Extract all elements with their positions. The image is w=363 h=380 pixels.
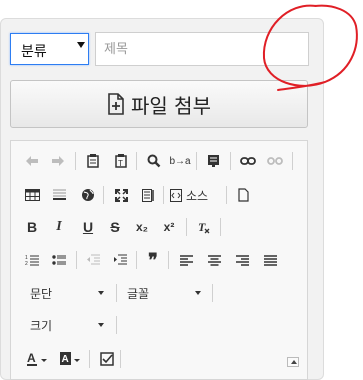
- format-combo[interactable]: 문단: [30, 282, 110, 304]
- size-combo[interactable]: 크기: [30, 314, 110, 336]
- maximize-icon[interactable]: [110, 184, 132, 206]
- remove-format-icon[interactable]: T: [193, 216, 215, 238]
- align-justify-icon[interactable]: [259, 249, 281, 271]
- chevron-down-icon: [98, 291, 104, 295]
- strikethrough-button[interactable]: S: [104, 216, 126, 238]
- toolbar-separator: [136, 251, 137, 269]
- undo-icon[interactable]: [21, 150, 43, 172]
- svg-text:A: A: [62, 354, 69, 365]
- paste-icon[interactable]: [82, 150, 104, 172]
- text-color-button[interactable]: A: [25, 348, 49, 370]
- show-blocks-icon[interactable]: [137, 184, 159, 206]
- outdent-icon[interactable]: [82, 249, 104, 271]
- subscript-button[interactable]: x₂: [131, 216, 153, 238]
- title-input[interactable]: [95, 32, 309, 66]
- redo-icon[interactable]: [47, 150, 69, 172]
- toolbar-separator: [220, 218, 221, 236]
- align-right-icon[interactable]: [231, 249, 253, 271]
- file-plus-icon: [108, 93, 124, 115]
- indent-icon[interactable]: [109, 249, 131, 271]
- toolbar-separator: [116, 316, 117, 334]
- chevron-down-icon: [195, 291, 201, 295]
- unlink-icon[interactable]: [264, 150, 286, 172]
- text-color-icon: A: [27, 352, 47, 366]
- new-page-icon[interactable]: [232, 184, 254, 206]
- toolbar-separator: [226, 186, 227, 204]
- bold-button[interactable]: B: [21, 216, 43, 238]
- chevron-down-icon: [77, 42, 85, 48]
- size-combo-value: 크기: [30, 318, 53, 333]
- toolbar-separator: [292, 152, 293, 170]
- source-button[interactable]: 소스: [170, 184, 222, 206]
- toolbar-separator: [89, 350, 90, 368]
- toolbar-separator: [168, 251, 169, 269]
- link-icon[interactable]: [237, 150, 259, 172]
- toolbar-separator: [116, 284, 117, 302]
- superscript-button[interactable]: x²: [158, 216, 180, 238]
- font-combo[interactable]: 글꼴: [127, 282, 207, 304]
- toolbar-separator: [230, 152, 231, 170]
- underline-button[interactable]: U: [77, 216, 99, 238]
- bulleted-list-icon[interactable]: [48, 249, 70, 271]
- checkbox-icon[interactable]: [96, 348, 118, 370]
- toolbar-separator: [196, 152, 197, 170]
- blockquote-button[interactable]: ❞: [142, 249, 164, 271]
- attach-file-label: 파일 첨부: [131, 93, 211, 118]
- align-left-icon[interactable]: [175, 249, 197, 271]
- collapse-toolbar-button[interactable]: [287, 357, 299, 367]
- source-label: 소스: [186, 188, 209, 203]
- italic-button[interactable]: I: [48, 216, 70, 238]
- category-select-value: 분류: [21, 44, 47, 60]
- table-icon[interactable]: [21, 184, 43, 206]
- toolbar-separator: [75, 152, 76, 170]
- toolbar-separator: [103, 186, 104, 204]
- source-icon: [170, 188, 182, 202]
- select-all-icon[interactable]: [202, 150, 224, 172]
- toolbar-separator: [120, 350, 121, 368]
- chevron-down-icon: [98, 323, 104, 327]
- format-combo-value: 문단: [30, 286, 53, 301]
- category-select[interactable]: 분류: [10, 33, 89, 65]
- font-combo-value: 글꼴: [127, 286, 150, 301]
- globe-icon[interactable]: [77, 184, 99, 206]
- attach-file-button[interactable]: 파일 첨부: [10, 80, 308, 128]
- toolbar-separator: [136, 152, 137, 170]
- toolbar-separator: [186, 218, 187, 236]
- paste-text-icon[interactable]: T: [110, 150, 132, 172]
- search-icon[interactable]: [143, 150, 165, 172]
- align-center-icon[interactable]: [203, 249, 225, 271]
- svg-text:T: T: [118, 159, 123, 168]
- toolbar-separator: [212, 284, 213, 302]
- toolbar-separator: [163, 186, 164, 204]
- svg-text:T: T: [198, 220, 206, 234]
- horizontal-line-icon[interactable]: [48, 184, 70, 206]
- svg-text:2: 2: [25, 261, 28, 266]
- background-color-button[interactable]: A: [58, 348, 82, 370]
- replace-icon[interactable]: b→a: [169, 150, 191, 172]
- background-color-icon: A: [60, 352, 80, 365]
- toolbar-separator: [76, 251, 77, 269]
- numbered-list-icon[interactable]: 12: [21, 249, 43, 271]
- svg-text:A: A: [27, 352, 36, 365]
